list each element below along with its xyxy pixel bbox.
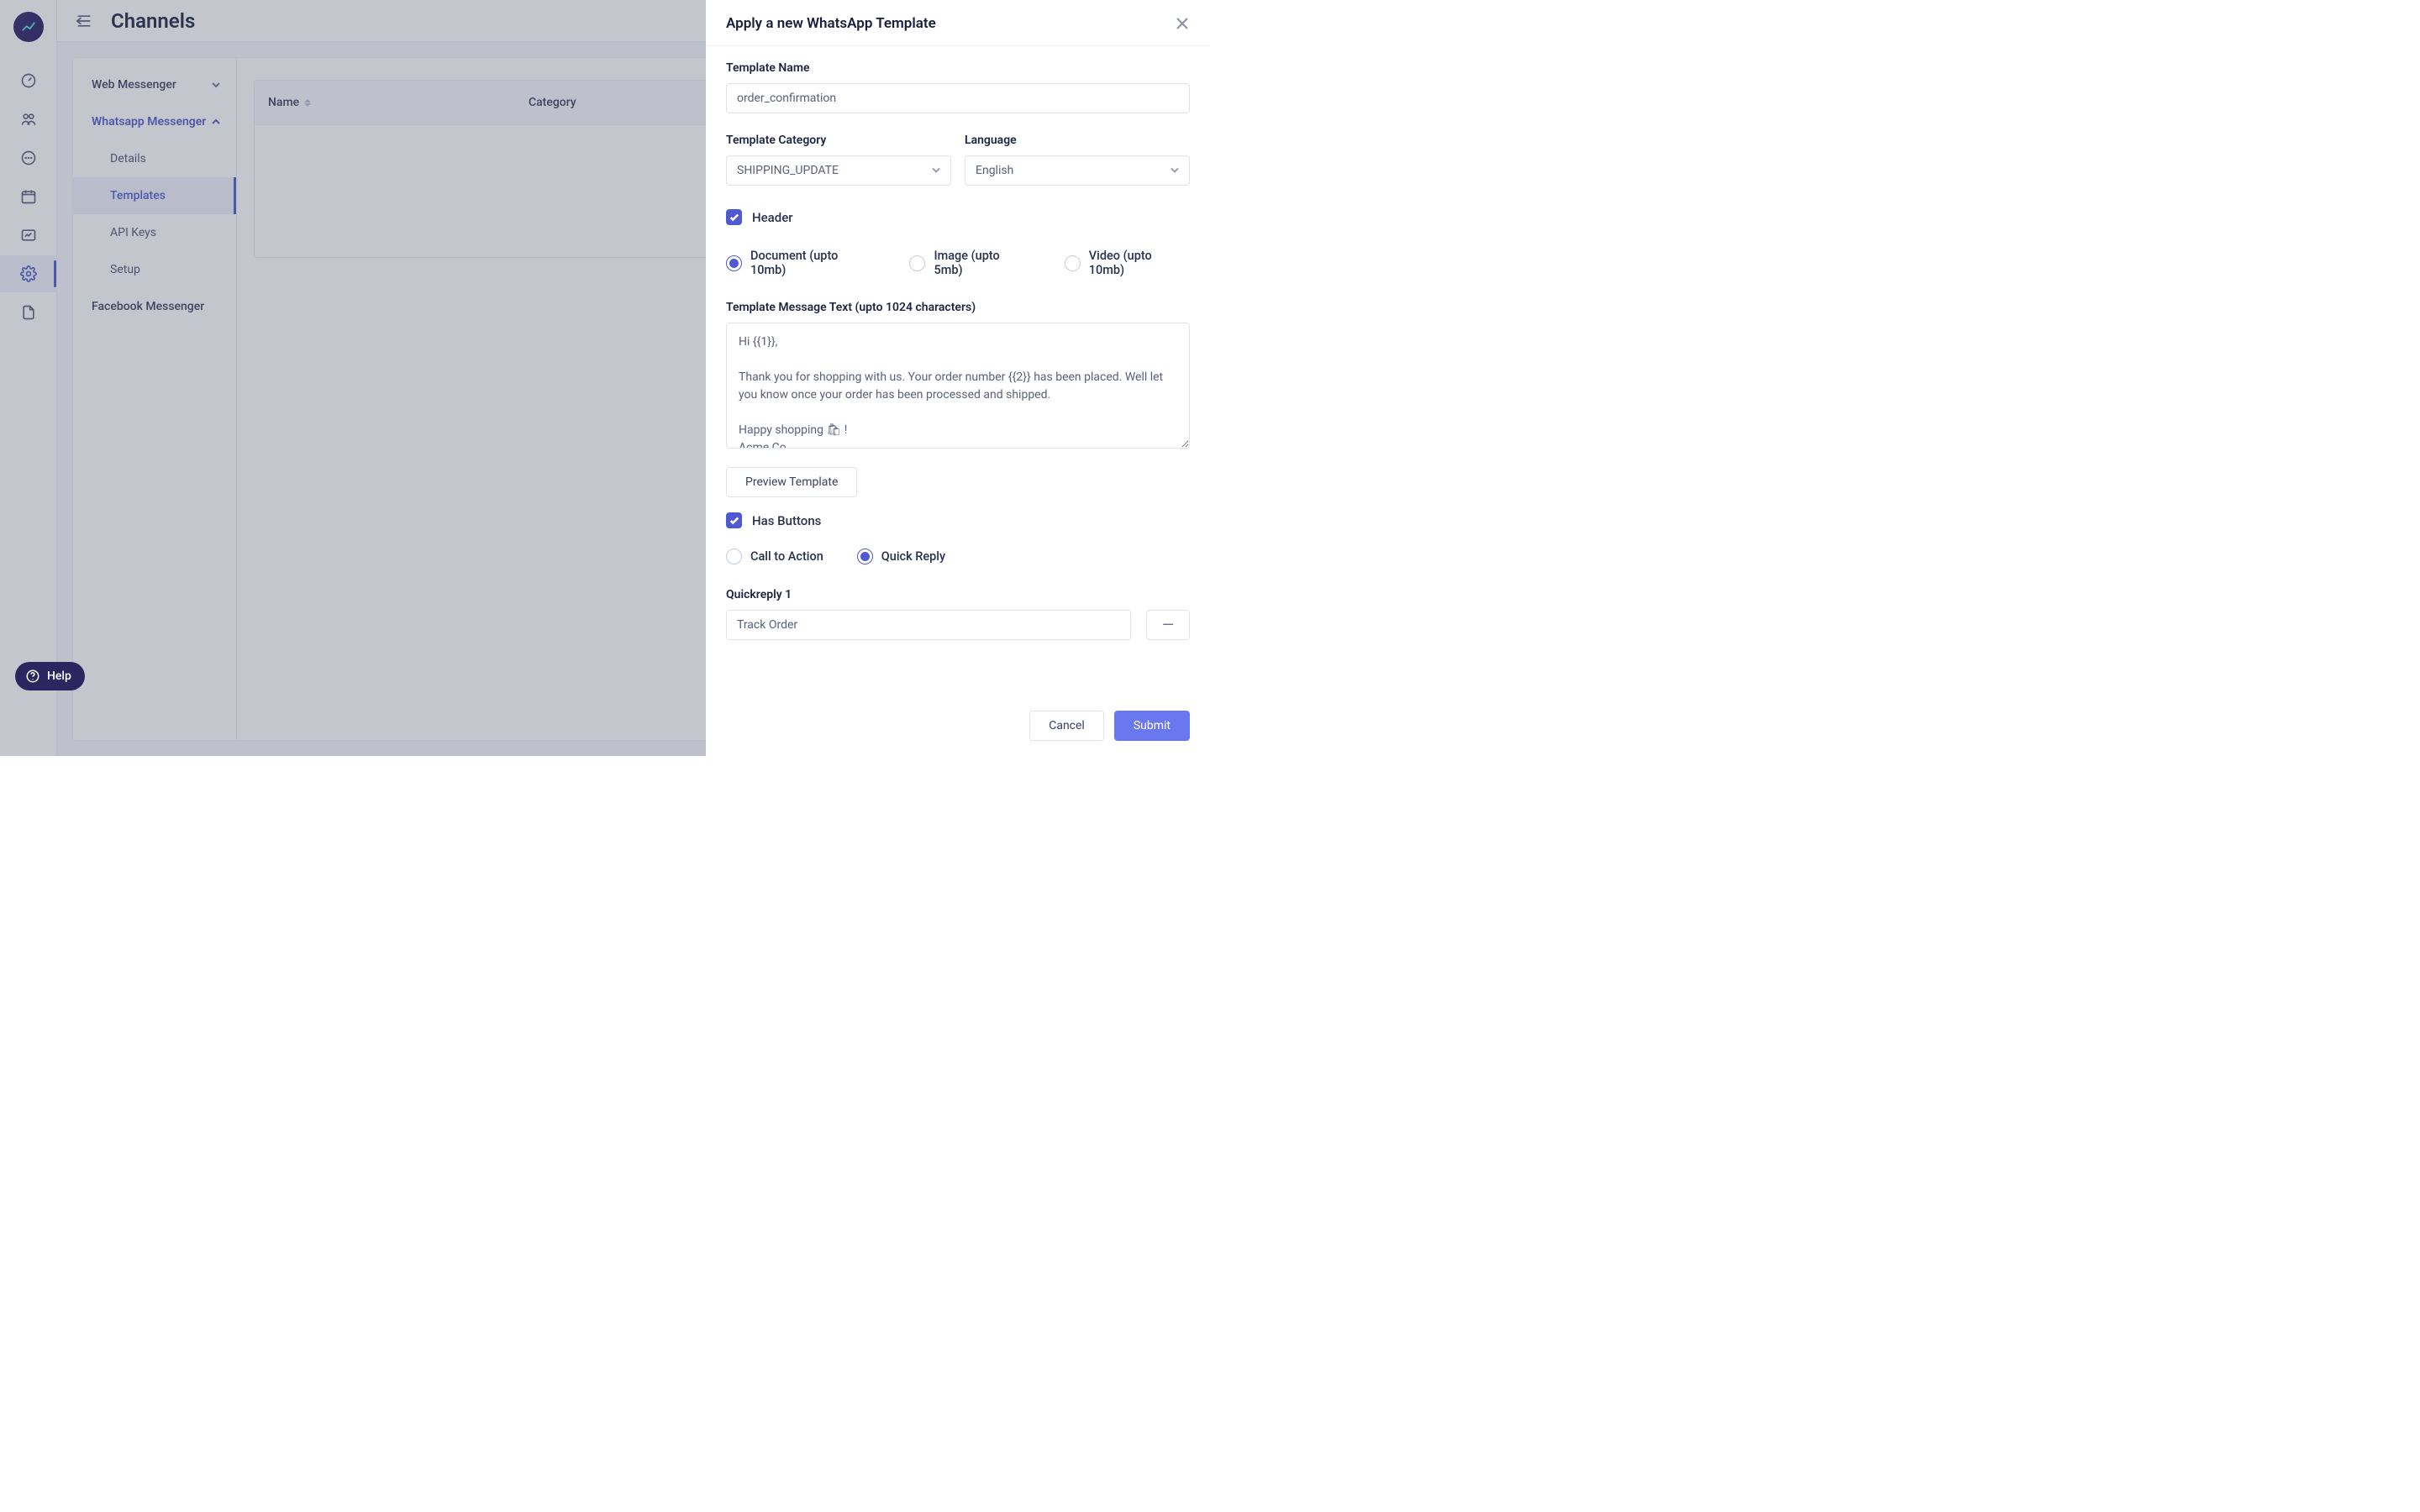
message-text-label: Template Message Text (upto 1024 charact…	[726, 301, 1190, 314]
template-category-label: Template Category	[726, 134, 951, 147]
drawer-title: Apply a new WhatsApp Template	[726, 15, 936, 32]
template-name-label: Template Name	[726, 61, 1190, 75]
template-drawer: Apply a new WhatsApp Template Template N…	[706, 0, 1210, 756]
language-select[interactable]	[965, 155, 1190, 186]
drawer-body: Template Name Template Category Language	[706, 46, 1210, 696]
has-buttons-checkbox[interactable]	[726, 512, 742, 528]
drawer-footer: Cancel Submit	[706, 696, 1210, 756]
media-video-label: Video (upto 10mb)	[1089, 249, 1190, 277]
quickreply1-input[interactable]	[726, 610, 1131, 640]
media-document-radio[interactable]	[726, 255, 742, 271]
media-document-label: Document (upto 10mb)	[750, 249, 876, 277]
media-image-radio[interactable]	[909, 255, 925, 271]
language-label: Language	[965, 134, 1190, 147]
close-button[interactable]	[1175, 16, 1190, 31]
cta-radio[interactable]	[726, 549, 742, 564]
header-label: Header	[752, 210, 793, 225]
cancel-button[interactable]: Cancel	[1029, 711, 1104, 741]
media-video-radio[interactable]	[1065, 255, 1081, 271]
submit-button[interactable]: Submit	[1114, 711, 1190, 741]
template-category-select[interactable]	[726, 155, 951, 186]
quick-reply-label: Quick Reply	[881, 549, 945, 564]
drawer-header: Apply a new WhatsApp Template	[706, 0, 1210, 46]
preview-template-button[interactable]: Preview Template	[726, 467, 857, 497]
help-pill[interactable]: Help	[15, 662, 85, 690]
cta-label: Call to Action	[750, 549, 823, 564]
template-name-input[interactable]	[726, 83, 1190, 113]
quick-reply-radio[interactable]	[857, 549, 873, 564]
header-checkbox[interactable]	[726, 209, 742, 225]
quickreply1-remove-button[interactable]: —	[1146, 610, 1190, 640]
has-buttons-label: Has Buttons	[752, 513, 821, 528]
media-image-label: Image (upto 5mb)	[934, 249, 1030, 277]
minus-icon: —	[1162, 617, 1174, 634]
help-label: Help	[47, 669, 71, 683]
message-text-textarea[interactable]	[726, 323, 1190, 449]
quickreply1-label: Quickreply 1	[726, 588, 1190, 601]
